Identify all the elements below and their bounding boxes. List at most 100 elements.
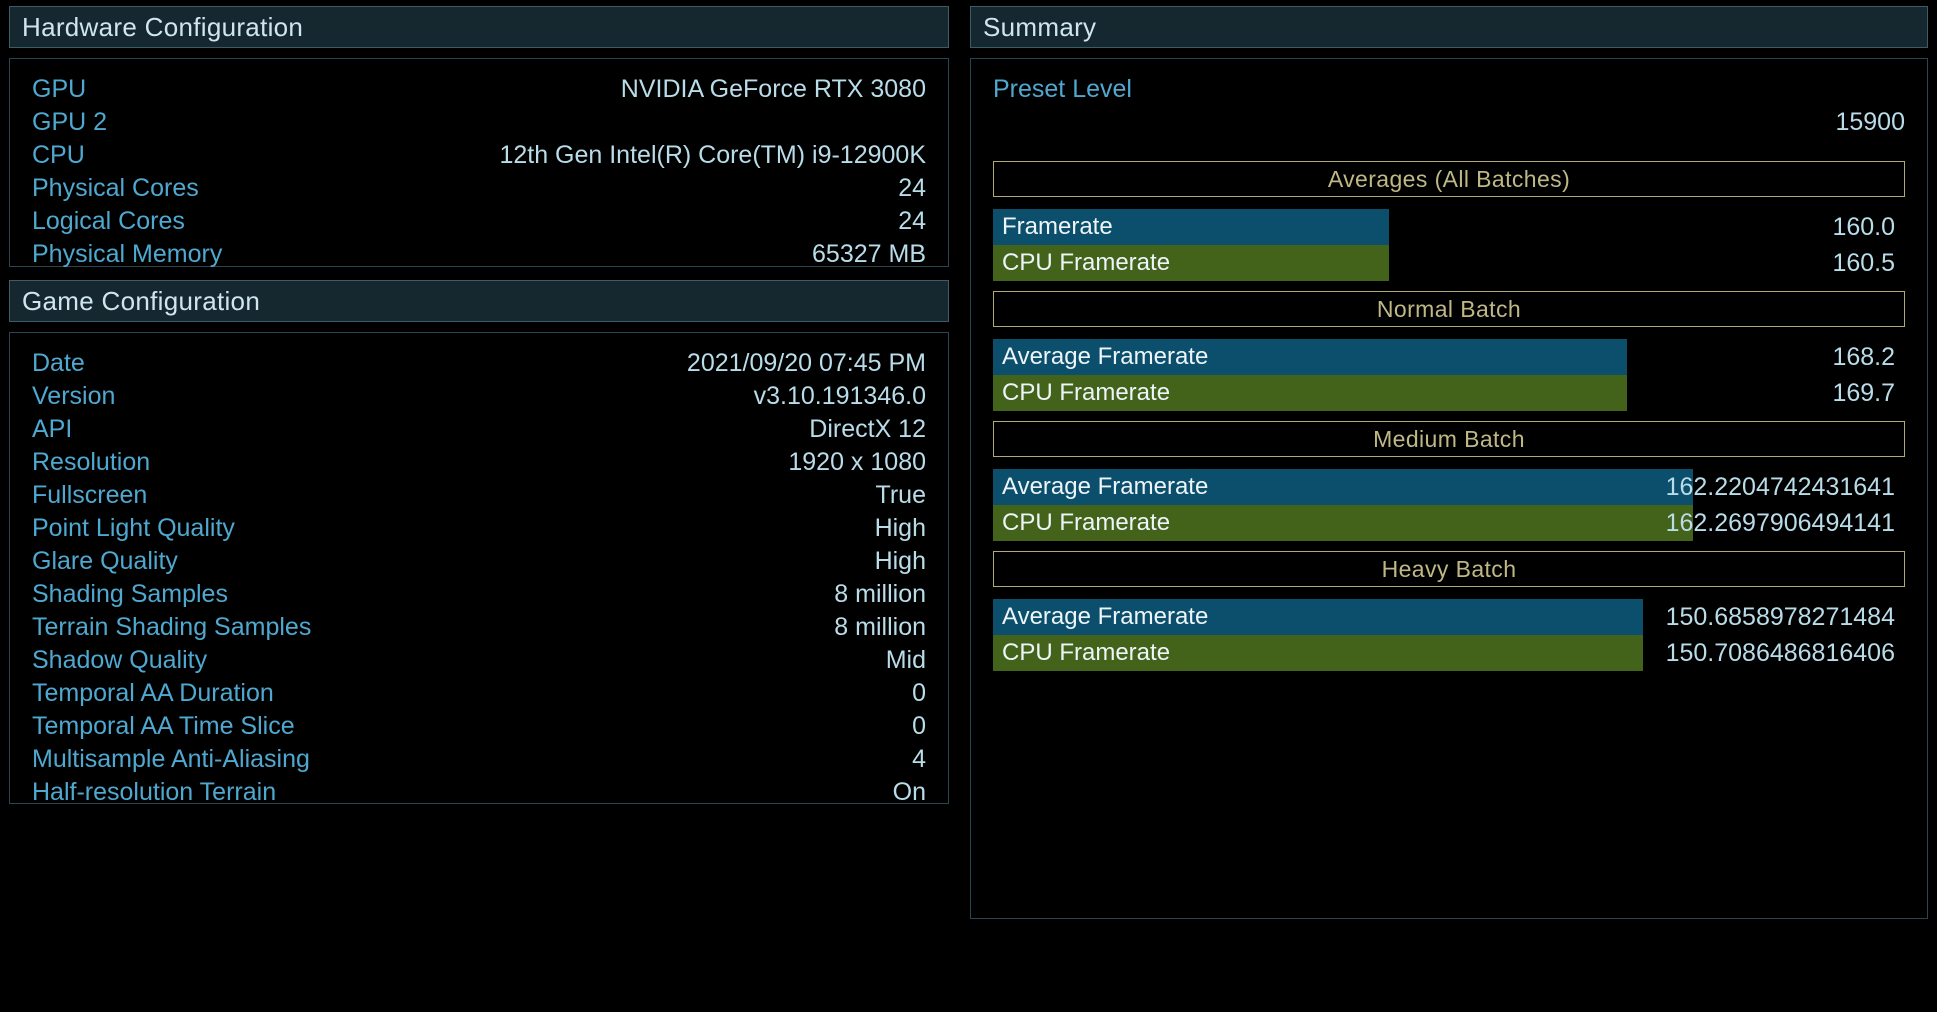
preset-level-label: Preset Level: [993, 73, 1905, 106]
bar-row: Average Framerate 162.2204742431641: [993, 469, 1905, 505]
hardware-configuration-header: Hardware Configuration: [9, 6, 949, 48]
bar-group: Average Framerate 162.2204742431641 CPU …: [993, 469, 1905, 541]
row-value: 4: [912, 743, 926, 776]
bar-value: 160.0: [993, 209, 1905, 245]
batch-title-box: Normal Batch: [993, 291, 1905, 327]
table-row: Physical Cores 24: [32, 172, 926, 205]
row-label: CPU: [32, 139, 85, 172]
bar-value: 162.2697906494141: [993, 505, 1905, 541]
table-row: Temporal AA Duration 0: [32, 677, 926, 710]
bar-row: Average Framerate 168.2: [993, 339, 1905, 375]
bar-row: CPU Framerate 150.7086486816406: [993, 635, 1905, 671]
bar-value: 169.7: [993, 375, 1905, 411]
row-label: Resolution: [32, 446, 150, 479]
row-value: High: [875, 545, 926, 578]
row-value: 12th Gen Intel(R) Core(TM) i9-12900K: [499, 139, 926, 172]
game-configuration-panel: Date 2021/09/20 07:45 PM Version v3.10.1…: [9, 332, 949, 804]
game-configuration-title: Game Configuration: [22, 288, 260, 314]
left-column: Hardware Configuration GPU NVIDIA GeForc…: [0, 0, 958, 1012]
row-label: Version: [32, 380, 115, 413]
row-value: NVIDIA GeForce RTX 3080: [621, 73, 926, 106]
row-label: Physical Memory: [32, 238, 222, 271]
preset-level-value: 15900: [993, 106, 1905, 139]
summary-header: Summary: [970, 6, 1928, 48]
table-row: GPU NVIDIA GeForce RTX 3080: [32, 73, 926, 106]
row-label: Multisample Anti-Aliasing: [32, 743, 310, 776]
row-label: GPU: [32, 73, 86, 106]
batch-title: Medium Batch: [1373, 428, 1525, 451]
batch-title: Normal Batch: [1377, 298, 1521, 321]
table-row: Fullscreen True: [32, 479, 926, 512]
bar-row: Framerate 160.0: [993, 209, 1905, 245]
row-value: 8 million: [834, 611, 926, 644]
table-row: Physical Memory 65327 MB: [32, 238, 926, 271]
row-label: Temporal AA Time Slice: [32, 710, 295, 743]
row-value: True: [876, 479, 926, 512]
bar-value: 162.2204742431641: [993, 469, 1905, 505]
row-label: Date: [32, 347, 85, 380]
row-label: Point Light Quality: [32, 512, 235, 545]
row-value: 1920 x 1080: [788, 446, 926, 479]
batch-title: Averages (All Batches): [1328, 168, 1570, 191]
right-column: Summary Preset Level 15900 Averages (All…: [970, 0, 1937, 1012]
bar-group: Framerate 160.0 CPU Framerate 160.5: [993, 209, 1905, 281]
table-row: Shadow Quality Mid: [32, 644, 926, 677]
table-row: Version v3.10.191346.0: [32, 380, 926, 413]
summary-title: Summary: [983, 14, 1096, 40]
summary-panel: Preset Level 15900 Averages (All Batches…: [970, 58, 1928, 919]
bar-value: 160.5: [993, 245, 1905, 281]
hardware-configuration-panel: GPU NVIDIA GeForce RTX 3080 GPU 2 CPU 12…: [9, 58, 949, 267]
benchmark-results-screen: Hardware Configuration GPU NVIDIA GeForc…: [0, 0, 1937, 1012]
bar-value: 150.7086486816406: [993, 635, 1905, 671]
bar-row: CPU Framerate 162.2697906494141: [993, 505, 1905, 541]
bar-group: Average Framerate 150.6858978271484 CPU …: [993, 599, 1905, 671]
table-row: Temporal AA Time Slice 0: [32, 710, 926, 743]
row-value: High: [875, 512, 926, 545]
row-label: API: [32, 413, 72, 446]
batch-title-box: Medium Batch: [993, 421, 1905, 457]
row-label: Fullscreen: [32, 479, 147, 512]
bar-group: Average Framerate 168.2 CPU Framerate 16…: [993, 339, 1905, 411]
table-row: Point Light Quality High: [32, 512, 926, 545]
row-value: 0: [912, 710, 926, 743]
row-value: 65327 MB: [812, 238, 926, 271]
row-value: DirectX 12: [809, 413, 926, 446]
batch-title: Heavy Batch: [1382, 558, 1517, 581]
table-row: GPU 2: [32, 106, 926, 139]
table-row: Glare Quality High: [32, 545, 926, 578]
row-label: Physical Cores: [32, 172, 199, 205]
table-row: CPU 12th Gen Intel(R) Core(TM) i9-12900K: [32, 139, 926, 172]
table-row: Terrain Shading Samples 8 million: [32, 611, 926, 644]
row-value: 24: [898, 205, 926, 238]
bar-value: 168.2: [993, 339, 1905, 375]
row-value: 8 million: [834, 578, 926, 611]
table-row: Shading Samples 8 million: [32, 578, 926, 611]
row-label: GPU 2: [32, 106, 107, 139]
table-row: Multisample Anti-Aliasing 4: [32, 743, 926, 776]
bar-row: CPU Framerate 160.5: [993, 245, 1905, 281]
row-value: v3.10.191346.0: [754, 380, 926, 413]
batch-title-box: Heavy Batch: [993, 551, 1905, 587]
row-label: Logical Cores: [32, 205, 185, 238]
row-value: On: [893, 776, 926, 809]
batch-title-box: Averages (All Batches): [993, 161, 1905, 197]
table-row: Half-resolution Terrain On: [32, 776, 926, 809]
row-label: Shading Samples: [32, 578, 228, 611]
row-label: Shadow Quality: [32, 644, 207, 677]
table-row: API DirectX 12: [32, 413, 926, 446]
row-label: Glare Quality: [32, 545, 178, 578]
game-configuration-header: Game Configuration: [9, 280, 949, 322]
table-row: Logical Cores 24: [32, 205, 926, 238]
table-row: Resolution 1920 x 1080: [32, 446, 926, 479]
bar-row: Average Framerate 150.6858978271484: [993, 599, 1905, 635]
bar-value: 150.6858978271484: [993, 599, 1905, 635]
preset-level-block: Preset Level 15900: [993, 73, 1905, 139]
bar-row: CPU Framerate 169.7: [993, 375, 1905, 411]
row-value: 24: [898, 172, 926, 205]
row-value: Mid: [886, 644, 926, 677]
row-label: Half-resolution Terrain: [32, 776, 276, 809]
row-value: 2021/09/20 07:45 PM: [687, 347, 926, 380]
row-label: Temporal AA Duration: [32, 677, 274, 710]
hardware-configuration-title: Hardware Configuration: [22, 14, 303, 40]
row-label: Terrain Shading Samples: [32, 611, 311, 644]
